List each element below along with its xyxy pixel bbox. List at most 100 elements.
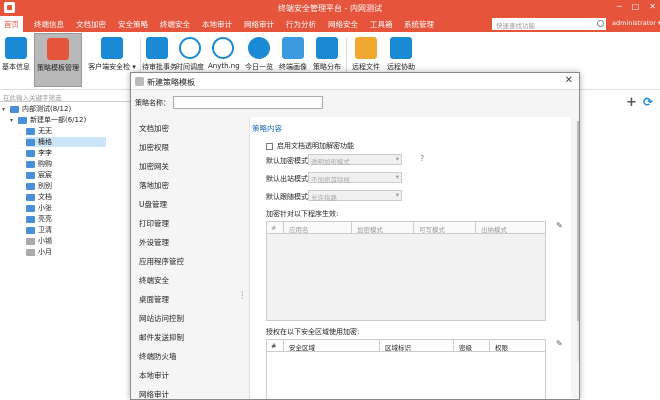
nav-mail-send[interactable]: 邮件发送抑制 xyxy=(139,332,184,343)
computer-icon xyxy=(26,226,35,234)
tree-item[interactable]: 小张 xyxy=(26,203,52,213)
dialog-scrollbar[interactable] xyxy=(577,121,579,361)
tool-client-check-label: 客户端安全检 ▾ xyxy=(88,63,136,71)
tool-basic-info-label: 基本信息 xyxy=(2,63,30,71)
collapse-icon[interactable]: ▾ xyxy=(10,117,18,124)
tree-item-label: 别别 xyxy=(38,182,52,190)
nav-terminal-firewall[interactable]: 终端防火墙 xyxy=(139,351,177,362)
tree-item[interactable]: 无无 xyxy=(26,126,52,136)
enable-encrypt-checkbox[interactable] xyxy=(266,142,273,150)
tree-item[interactable]: 宸宸 xyxy=(26,170,52,180)
menu-network-audit[interactable]: 网络审计 xyxy=(244,19,274,30)
policy-content-panel: 策略内容 启用文档透明加解密功能 默认加密模式 透明加密模式 ? 默认出站模式 … xyxy=(249,117,571,399)
menu-terminal-info[interactable]: 终端信息 xyxy=(34,19,64,30)
nav-peripheral-management[interactable]: 外设管理 xyxy=(139,237,169,248)
help-icon[interactable]: ? xyxy=(420,154,424,163)
nav-network-audit[interactable]: 网络审计 xyxy=(139,389,169,399)
default-follow-mode-select[interactable]: 允许指路 xyxy=(308,190,402,202)
default-outbound-mode-label: 默认出站模式 xyxy=(266,175,308,183)
menu-terminal-security[interactable]: 终端安全 xyxy=(160,19,190,30)
menu-behavior-analysis[interactable]: 行为分析 xyxy=(286,19,316,30)
tool-policy-template[interactable]: 策略模板管理 xyxy=(34,33,82,87)
dialog-icon xyxy=(135,77,144,86)
enable-encrypt-label: 启用文档透明加解密功能 xyxy=(277,142,354,150)
tree-group[interactable]: ▾ 新建单一部(6/12) xyxy=(10,115,86,125)
default-outbound-mode-select[interactable]: 不加密首除候 xyxy=(308,172,402,184)
nav-print-management[interactable]: 打印管理 xyxy=(139,218,169,229)
nav-landing-encrypt[interactable]: 落地加密 xyxy=(139,180,169,191)
column-divider xyxy=(413,222,414,234)
tree-item[interactable]: 亮亮 xyxy=(26,214,52,224)
enable-encrypt-row[interactable]: 启用文档透明加解密功能 xyxy=(266,141,354,151)
client-check-icon xyxy=(101,37,123,59)
nav-local-audit[interactable]: 本地审计 xyxy=(139,370,169,381)
menu-home[interactable]: 首页 xyxy=(0,16,23,32)
search-icon[interactable] xyxy=(597,20,604,27)
scrollbar-thumb[interactable] xyxy=(577,121,579,321)
anything-icon xyxy=(212,37,234,59)
tree-item-selected[interactable]: 桶格 xyxy=(26,137,106,147)
default-encrypt-mode-select[interactable]: 透明加密模式 xyxy=(308,154,402,166)
menu-toolbox[interactable]: 工具箱 xyxy=(370,19,393,30)
maximize-button[interactable]: □ xyxy=(632,2,640,11)
nav-doc-encrypt[interactable]: 文档加密 xyxy=(139,123,169,134)
policy-name-input[interactable] xyxy=(173,96,323,109)
computer-icon xyxy=(26,149,35,157)
nav-encrypt-gateway[interactable]: 加密网关 xyxy=(139,161,169,172)
edit-zone-icon[interactable]: ✎ xyxy=(556,339,563,348)
tree-item-label: 文档 xyxy=(38,193,52,201)
tree-item[interactable]: 卫清 xyxy=(26,225,52,235)
function-search-input[interactable]: 快速查找功能 xyxy=(492,18,606,30)
nav-desktop-management[interactable]: 桌面管理 xyxy=(139,294,169,305)
user-menu[interactable]: administrator ▾ xyxy=(612,19,660,27)
menu-network-security[interactable]: 网络安全 xyxy=(328,19,358,30)
menu-doc-encrypt[interactable]: 文档加密 xyxy=(76,19,106,30)
tree-item[interactable]: 李李 xyxy=(26,148,52,158)
tree-filter-placeholder: 在此输入关键字筛选 xyxy=(3,94,62,102)
collapse-icon[interactable]: ▾ xyxy=(2,106,10,113)
tree-item[interactable]: 文档 xyxy=(26,192,52,202)
tree-item-label: 无无 xyxy=(38,127,52,135)
nav-encrypt-permission[interactable]: 加密权限 xyxy=(139,142,169,153)
zone-table-header: # 安全区域 区域标识 密级 权限 xyxy=(267,340,545,352)
policy-category-nav: 文档加密 加密权限 加密网关 落地加密 U盘管理 打印管理 外设管理 应用程序管… xyxy=(131,117,235,399)
tool-basic-info[interactable]: 基本信息 xyxy=(0,33,32,87)
nav-terminal-security[interactable]: 终端安全 xyxy=(139,275,169,286)
edit-program-icon[interactable]: ✎ xyxy=(556,221,563,230)
tree-filter-input[interactable]: 在此输入关键字筛选 xyxy=(0,91,130,102)
group-icon xyxy=(10,105,19,113)
panel-splitter-handle[interactable]: · · · xyxy=(241,289,244,303)
tree-item[interactable]: 别别 xyxy=(26,181,52,191)
menu-system-admin[interactable]: 系统管理 xyxy=(404,19,434,30)
menu-security-policy[interactable]: 安全策略 xyxy=(118,19,148,30)
program-table[interactable]: # 应用名 加密模式 可写模式 出纳模式 xyxy=(266,221,546,321)
column-divider xyxy=(351,222,352,234)
close-button[interactable]: ✕ xyxy=(649,2,656,11)
column-divider xyxy=(453,340,454,352)
tree-item-label: 小张 xyxy=(38,204,52,212)
minimize-button[interactable]: ─ xyxy=(617,2,622,11)
nav-website-access[interactable]: 网站访问控制 xyxy=(139,313,184,324)
tree-item-label: 亮亮 xyxy=(38,215,52,223)
tree-root-label: 内部测试(8/12) xyxy=(22,105,72,113)
tree-item[interactable]: 小锡 xyxy=(26,236,52,246)
tool-terminal-portrait-label: 终端画像 xyxy=(279,63,307,71)
add-icon[interactable]: + xyxy=(626,95,637,110)
tree-item-label: 桶格 xyxy=(38,138,52,146)
function-search-placeholder: 快速查找功能 xyxy=(496,22,535,30)
tool-today-overview-label: 今日一览 xyxy=(245,63,273,71)
computer-icon xyxy=(26,160,35,168)
terminal-tree: ▾ 内部测试(8/12) ▾ 新建单一部(6/12) 无无 桶格 李李 购购 宸… xyxy=(0,103,130,400)
menu-local-audit[interactable]: 本地审计 xyxy=(202,19,232,30)
nav-usb-management[interactable]: U盘管理 xyxy=(139,199,167,210)
security-zone-table[interactable]: # 安全区域 区域标识 密级 权限 xyxy=(266,339,546,399)
computer-icon xyxy=(26,138,35,146)
tree-root[interactable]: ▾ 内部测试(8/12) xyxy=(2,104,71,114)
dialog-close-button[interactable]: ✕ xyxy=(565,75,573,86)
nav-app-control[interactable]: 应用程序管控 xyxy=(139,256,184,267)
tree-item[interactable]: 购购 xyxy=(26,159,52,169)
col-write-mode: 可写模式 xyxy=(419,226,445,234)
refresh-icon[interactable]: ⟳ xyxy=(643,95,653,109)
tree-item[interactable]: 小月 xyxy=(26,247,52,257)
tool-policy-template-label: 策略模板管理 xyxy=(37,64,79,72)
